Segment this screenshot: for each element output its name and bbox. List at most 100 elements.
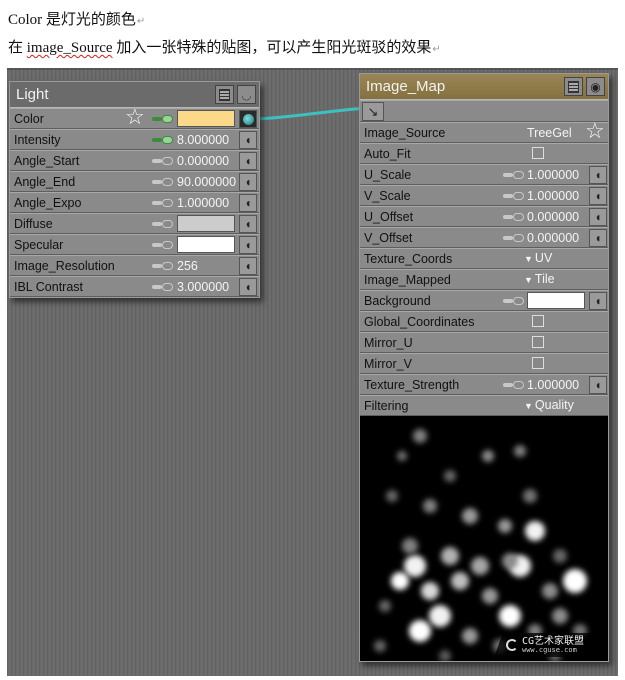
texture-spot xyxy=(462,508,478,524)
param-value[interactable]: 90.000000 xyxy=(177,175,237,189)
menu-icon[interactable] xyxy=(215,85,234,104)
eye-icon[interactable]: ◡ xyxy=(237,85,256,104)
param-label: Image_Mapped xyxy=(364,272,451,287)
shader-canvas[interactable]: Light ◡ Color ☆ Intensity 8.000000 ◖ Angle_St… xyxy=(7,68,618,676)
dropdown[interactable]: ▼ Tile xyxy=(524,272,555,286)
link-icon[interactable] xyxy=(152,241,174,249)
param-value[interactable]: TreeGel xyxy=(527,126,572,140)
param-value[interactable]: 1.000000 xyxy=(527,168,587,182)
plug-icon[interactable]: ◖ xyxy=(239,173,257,191)
param-value[interactable]: 0.000000 xyxy=(177,154,237,168)
texture-spot xyxy=(404,555,426,577)
plug-icon[interactable]: ◖ xyxy=(589,208,607,226)
link-icon[interactable] xyxy=(503,297,525,305)
texture-spot xyxy=(498,519,512,533)
plug-icon[interactable]: ◖ xyxy=(239,257,257,275)
param-value[interactable]: 8.000000 xyxy=(177,133,237,147)
param-value[interactable]: 3.000000 xyxy=(177,280,237,294)
texture-spot xyxy=(439,650,451,661)
plug-icon[interactable]: ◖ xyxy=(239,152,257,170)
param-row-filtering: Filtering ▼ Quality xyxy=(360,395,608,416)
param-row-texture-coords: Texture_Coords ▼ UV xyxy=(360,248,608,269)
param-label: Color xyxy=(14,111,44,126)
link-icon[interactable] xyxy=(152,178,174,186)
color-swatch[interactable] xyxy=(177,110,235,127)
param-row-diffuse: Diffuse ◖ xyxy=(10,213,259,234)
plug-icon[interactable]: ◖ xyxy=(589,187,607,205)
param-value[interactable]: 0.000000 xyxy=(527,210,587,224)
node-title-bar[interactable]: Image_Map ◉ xyxy=(360,74,608,100)
link-icon[interactable] xyxy=(152,115,174,123)
texture-preview: CG艺术家联盟 www.cguse.com xyxy=(360,416,608,661)
watermark-title: CG艺术家联盟 xyxy=(522,635,585,647)
paragraph-mark: ↵ xyxy=(432,44,441,55)
dropdown[interactable]: ▼ UV xyxy=(524,251,552,265)
texture-spot xyxy=(471,557,489,575)
star-icon[interactable]: ☆ xyxy=(585,120,605,142)
doc-text: 加入一张特殊的贴图，可以产生阳光斑驳的效果 xyxy=(112,40,432,56)
texture-spot xyxy=(391,572,409,590)
link-icon[interactable] xyxy=(503,381,525,389)
texture-spot xyxy=(444,470,456,482)
link-icon[interactable] xyxy=(503,192,525,200)
texture-spot xyxy=(451,572,469,590)
checkbox[interactable] xyxy=(532,315,544,327)
param-value[interactable]: 1.000000 xyxy=(527,189,587,203)
texture-spot xyxy=(514,445,526,457)
link-icon[interactable] xyxy=(503,213,525,221)
link-icon[interactable] xyxy=(152,157,174,165)
link-icon[interactable] xyxy=(152,220,174,228)
param-value[interactable]: 1.000000 xyxy=(527,378,587,392)
color-swatch[interactable] xyxy=(177,215,235,232)
link-icon[interactable] xyxy=(503,234,525,242)
plug-icon[interactable]: ◖ xyxy=(589,292,607,310)
param-row-auto-fit: Auto_Fit xyxy=(360,143,608,164)
dropdown[interactable]: ▼ Quality xyxy=(524,398,574,412)
texture-spot xyxy=(563,569,587,593)
param-label: U_Offset xyxy=(364,209,414,224)
color-swatch[interactable] xyxy=(527,292,585,309)
param-row-v-scale: V_Scale 1.000000 ◖ xyxy=(360,185,608,206)
param-label: U_Scale xyxy=(364,167,412,182)
doc-text: 在 xyxy=(8,40,27,56)
texture-spot xyxy=(525,521,545,541)
plug-icon[interactable]: ◖ xyxy=(239,131,257,149)
star-icon[interactable]: ☆ xyxy=(125,106,145,128)
image-map-node[interactable]: Image_Map ◉ ↘ Image_Source ☆ TreeGel Auto_F… xyxy=(359,73,609,662)
param-label: Intensity xyxy=(14,132,61,147)
link-icon[interactable] xyxy=(152,283,174,291)
texture-spot xyxy=(502,553,518,569)
texture-spot xyxy=(413,429,427,443)
paragraph-mark: ↵ xyxy=(136,16,146,27)
plug-icon[interactable]: ◖ xyxy=(589,376,607,394)
eye-icon[interactable]: ◉ xyxy=(586,77,605,96)
link-icon[interactable] xyxy=(152,262,174,270)
texture-spot xyxy=(552,608,568,624)
plug-icon[interactable]: ◖ xyxy=(589,229,607,247)
param-value[interactable]: 0.000000 xyxy=(527,231,587,245)
plug-icon[interactable]: ◖ xyxy=(239,194,257,212)
dropdown-arrow-icon: ▼ xyxy=(524,275,533,285)
connected-plug-icon[interactable] xyxy=(239,110,257,128)
param-value[interactable]: 1.000000 xyxy=(177,196,237,210)
param-label: Auto_Fit xyxy=(364,146,411,161)
param-value[interactable]: 256 xyxy=(177,259,237,273)
plug-icon[interactable]: ◖ xyxy=(239,236,257,254)
checkbox[interactable] xyxy=(532,147,544,159)
plug-icon[interactable]: ◖ xyxy=(589,166,607,184)
checkbox[interactable] xyxy=(532,357,544,369)
doc-line-2: 在 image_Source 加入一张特殊的贴图，可以产生阳光斑驳的效果↵ xyxy=(8,36,441,57)
link-icon[interactable] xyxy=(152,199,174,207)
link-icon[interactable] xyxy=(503,171,525,179)
link-icon[interactable] xyxy=(152,136,174,144)
color-swatch[interactable] xyxy=(177,236,235,253)
texture-spot xyxy=(462,628,478,644)
param-row-mirror-u: Mirror_U xyxy=(360,332,608,353)
checkbox[interactable] xyxy=(532,336,544,348)
plug-icon[interactable]: ◖ xyxy=(239,215,257,233)
light-node[interactable]: Light ◡ Color ☆ Intensity 8.000000 ◖ Angle_St… xyxy=(9,81,260,298)
menu-icon[interactable] xyxy=(564,77,583,96)
output-plug-icon[interactable]: ↘ xyxy=(362,102,384,121)
plug-icon[interactable]: ◖ xyxy=(239,278,257,296)
param-label: Image_Source xyxy=(364,125,446,140)
